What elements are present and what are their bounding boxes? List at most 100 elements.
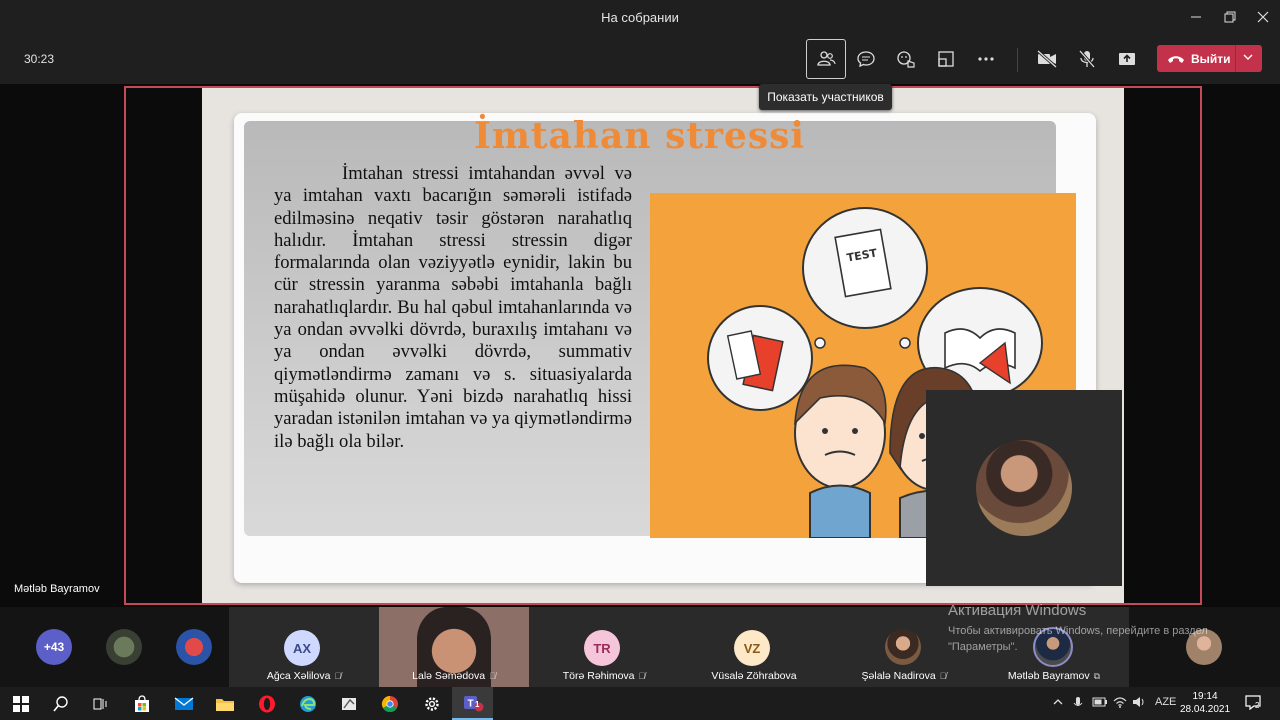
battery-icon [1092,697,1107,707]
chat-icon [857,51,875,68]
mic-off-icon [1078,50,1096,68]
leave-button[interactable]: Выйти [1157,45,1262,72]
activation-text: Чтобы активировать Windows, перейдите в … [948,625,1208,653]
participant-name-row: Vüsalə Zöhrabova [679,670,829,682]
store-icon [134,694,149,712]
participant-tile[interactable]: VZ Vüsalə Zöhrabova [679,607,829,687]
participant-tile[interactable]: TR Törə Rəhimova 🎙̸ [529,607,679,687]
people-icon [817,51,836,66]
battery-tray-icon[interactable] [1092,696,1108,711]
participant-photo [885,629,921,665]
task-view-button[interactable] [79,687,120,720]
settings-app[interactable] [411,687,452,720]
restore-icon [1224,11,1236,23]
camera-off-icon [1037,49,1057,69]
mic-toggle-button[interactable] [1067,39,1107,79]
mail-icon [174,696,193,710]
share-screen-button[interactable] [1107,39,1147,79]
activation-title: Активация Windows [948,602,1087,619]
windows-taskbar: T 1 AZE 19:14 28.04.2021 2 [0,687,1280,720]
mic-off-icon: 🎙̸ [939,671,947,681]
chat-button[interactable] [846,39,886,79]
clock-date: 28.04.2021 [1180,704,1231,715]
camera-toggle-button[interactable] [1027,39,1067,79]
show-participants-button[interactable] [806,39,846,79]
more-participants-button[interactable]: +43 [36,629,72,665]
presenter-avatar [976,440,1072,536]
wifi-icon [1113,697,1127,708]
participant-video-tile[interactable]: Lalə Səmədova 🎙̸ [379,607,529,687]
task-view-icon [93,698,106,709]
shared-content-stage: İmtahan stressi İmtahan stressi imtahand… [124,86,1202,605]
participant-name-row: Törə Rəhimova 🎙̸ [529,670,679,682]
svg-text:T: T [467,698,473,709]
close-button[interactable] [1246,0,1280,34]
leave-label: Выйти [1191,51,1231,66]
participant-name: Vüsalə Zöhrabova [711,670,797,682]
windows-logo-icon [12,695,29,712]
clock-time: 19:14 [1192,691,1218,702]
opera-app[interactable] [246,687,287,720]
participant-name: Lalə Səmədova [412,670,486,682]
participant-name: Ağca Xəlilova [266,670,331,682]
title-bar: На собрании [0,0,1280,34]
close-icon [1257,11,1269,23]
more-actions-button[interactable] [966,39,1006,79]
presenter-video-tile[interactable] [926,390,1122,586]
teams-icon: T [463,695,483,711]
teams-badge: 1 [475,700,480,709]
participant-initials-avatar: TR [584,630,620,666]
mail-app[interactable] [163,687,204,720]
more-icon [978,57,994,61]
microphone-icon [1073,697,1083,706]
file-explorer-app[interactable] [204,687,245,720]
language-indicator[interactable]: AZE [1155,696,1176,708]
toolbar-divider [1017,48,1018,72]
participant-tile[interactable]: AX Ağca Xəlilova 🎙̸ [229,607,379,687]
maximize-button[interactable] [1213,0,1247,34]
leave-divider [1235,45,1236,72]
mic-off-icon: 🎙̸ [638,671,646,681]
participant-initials-avatar: AX [284,630,320,666]
minimize-icon [1191,16,1201,18]
window-title: На собрании [601,10,679,25]
paint-app[interactable] [328,687,369,720]
slide-body-text: İmtahan stressi imtahandan əvvəl və ya i… [274,163,632,452]
mic-tray-icon[interactable] [1073,696,1083,713]
participant-avatar[interactable] [106,629,142,665]
action-center-button[interactable]: 2 [1244,693,1262,714]
chrome-app[interactable] [369,687,410,720]
rooms-button[interactable] [926,39,966,79]
system-clock[interactable]: 19:14 28.04.2021 [1180,690,1230,716]
screen-share-icon: ⧉ [1093,671,1101,681]
hangup-icon [1168,55,1184,63]
speaker-icon [1133,697,1144,707]
participant-name: Törə Rəhimova [562,670,635,682]
gear-icon [424,696,439,711]
participant-avatar[interactable] [176,629,212,665]
meeting-timer: 30:23 [24,52,55,66]
participant-name-row: Ağca Xəlilova 🎙̸ [229,670,379,682]
meeting-toolbar: 30:23 Выйти [0,34,1280,84]
search-icon [52,695,68,712]
raise-hand-button[interactable] [886,39,926,79]
participant-name-row: Şəlalə Nadirova 🎙̸ [829,670,979,682]
folder-icon [215,698,234,711]
participant-initials-avatar: VZ [734,630,770,666]
search-button[interactable] [40,687,81,720]
participants-tooltip: Показать участников [759,84,892,110]
volume-tray-icon[interactable] [1132,696,1146,711]
windows-activation-watermark: Активация Windows Чтобы активировать Win… [948,602,1248,655]
participant-name: Mətləb Bayramov [1007,670,1090,682]
notification-count: 2 [1255,701,1260,710]
teams-app[interactable]: T 1 [452,687,493,720]
wifi-tray-icon[interactable] [1113,696,1127,711]
leave-options-button[interactable] [1241,50,1255,69]
opera-icon [258,695,275,712]
minimize-button[interactable] [1179,0,1213,34]
store-app[interactable] [121,687,162,720]
show-hidden-icons-button[interactable] [1052,696,1064,711]
edge-app[interactable] [287,687,328,720]
reactions-icon [897,51,915,68]
start-button[interactable] [0,687,41,720]
